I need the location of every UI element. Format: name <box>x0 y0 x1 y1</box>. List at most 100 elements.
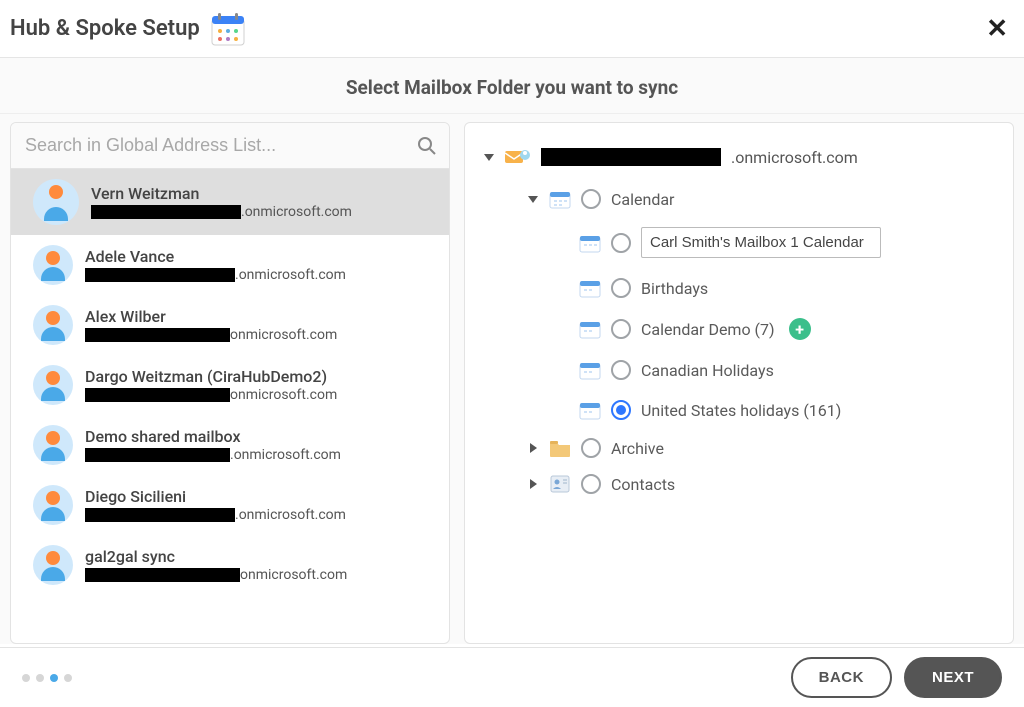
folder-label: Calendar Demo (7) <box>641 320 775 339</box>
contact-item[interactable]: Demo shared mailbox .onmicrosoft.com <box>11 415 449 475</box>
folder-tree-panel: .onmicrosoft.com Calendar <box>464 122 1014 644</box>
tree-folder-calendar[interactable]: Calendar <box>527 181 1003 217</box>
contact-name: Diego Sicilieni <box>85 487 346 506</box>
radio-button[interactable] <box>611 360 631 380</box>
tree-folder-archive[interactable]: Archive <box>527 430 1003 466</box>
redacted-text <box>85 508 235 522</box>
subtitle-text: Select Mailbox Folder you want to sync <box>0 76 1024 99</box>
contact-email: .onmicrosoft.com <box>91 204 352 220</box>
avatar-icon <box>33 425 73 465</box>
calendar-icon <box>579 278 601 298</box>
tree-item-birthdays[interactable]: Birthdays <box>579 268 1003 308</box>
contact-email: .onmicrosoft.com <box>85 447 341 463</box>
caret-down-icon[interactable] <box>528 196 538 203</box>
main-area: Vern Weitzman .onmicrosoft.com Adele Van… <box>0 114 1024 644</box>
subtitle-bar: Select Mailbox Folder you want to sync <box>0 58 1024 114</box>
progress-dot <box>36 674 44 682</box>
contacts-panel: Vern Weitzman .onmicrosoft.com Adele Van… <box>10 122 450 644</box>
folder-label: Calendar <box>611 190 674 209</box>
contact-name: Alex Wilber <box>85 307 337 326</box>
search-wrap <box>11 123 449 169</box>
contacts-list: Vern Weitzman .onmicrosoft.com Adele Van… <box>11 169 449 643</box>
tree-item-rename[interactable] <box>579 217 1003 268</box>
page-title: Hub & Spoke Setup <box>10 16 200 41</box>
contact-info: Demo shared mailbox .onmicrosoft.com <box>85 427 341 463</box>
radio-button[interactable] <box>611 278 631 298</box>
tree-item-canadian[interactable]: Canadian Holidays <box>579 350 1003 390</box>
calendar-icon <box>579 233 601 253</box>
tree-root-row[interactable]: .onmicrosoft.com <box>483 139 1003 181</box>
contact-email: .onmicrosoft.com <box>85 507 346 523</box>
caret-right-icon[interactable] <box>530 479 537 489</box>
contact-info: Dargo Weitzman (CiraHubDemo2) onmicrosof… <box>85 367 337 403</box>
search-input[interactable] <box>11 123 449 168</box>
contact-email: onmicrosoft.com <box>85 567 347 583</box>
folder-label: Birthdays <box>641 279 708 298</box>
avatar-icon <box>33 485 73 525</box>
contact-item[interactable]: Adele Vance .onmicrosoft.com <box>11 235 449 295</box>
folder-tree: .onmicrosoft.com Calendar <box>465 123 1013 643</box>
caret-right-icon[interactable] <box>530 443 537 453</box>
radio-button[interactable] <box>611 400 631 420</box>
contact-name: Demo shared mailbox <box>85 427 341 446</box>
back-button[interactable]: BACK <box>791 657 892 698</box>
radio-button[interactable] <box>581 189 601 209</box>
redacted-text <box>85 388 230 402</box>
folder-label: Contacts <box>611 475 675 494</box>
contact-item[interactable]: Vern Weitzman .onmicrosoft.com <box>11 169 449 235</box>
contact-email: onmicrosoft.com <box>85 327 337 343</box>
contact-item[interactable]: Alex Wilber onmicrosoft.com <box>11 295 449 355</box>
calendar-icon <box>579 319 601 339</box>
tree-folder-contacts[interactable]: Contacts <box>527 466 1003 502</box>
avatar-icon <box>33 179 79 225</box>
contact-info: Diego Sicilieni .onmicrosoft.com <box>85 487 346 523</box>
close-icon[interactable]: ✕ <box>986 16 1008 42</box>
contact-info: gal2gal sync onmicrosoft.com <box>85 547 347 583</box>
header-bar: Hub & Spoke Setup ✕ <box>0 0 1024 58</box>
redacted-text <box>541 148 721 166</box>
progress-dots <box>22 674 72 682</box>
footer-buttons: BACK NEXT <box>791 657 1002 698</box>
radio-button[interactable] <box>581 438 601 458</box>
folder-label: Archive <box>611 439 664 458</box>
contact-name: Vern Weitzman <box>91 184 352 203</box>
tree-item-calendar-demo[interactable]: Calendar Demo (7) + <box>579 308 1003 350</box>
redacted-text <box>85 268 235 282</box>
redacted-text <box>85 328 230 342</box>
avatar-icon <box>33 365 73 405</box>
calendar-icon <box>579 400 601 420</box>
contact-item[interactable]: Dargo Weitzman (CiraHubDemo2) onmicrosof… <box>11 355 449 415</box>
mailbox-domain: .onmicrosoft.com <box>731 148 858 167</box>
contact-info: Alex Wilber onmicrosoft.com <box>85 307 337 343</box>
progress-dot <box>22 674 30 682</box>
contact-info: Adele Vance .onmicrosoft.com <box>85 247 346 283</box>
folder-rename-input[interactable] <box>641 227 881 258</box>
search-icon <box>417 136 437 156</box>
contact-name: gal2gal sync <box>85 547 347 566</box>
avatar-icon <box>33 245 73 285</box>
calendar-icon <box>210 11 246 47</box>
radio-button[interactable] <box>581 474 601 494</box>
redacted-text <box>91 205 241 219</box>
contact-email: .onmicrosoft.com <box>85 267 346 283</box>
contact-email: onmicrosoft.com <box>85 387 337 403</box>
radio-button[interactable] <box>611 319 631 339</box>
tree-item-us-holidays[interactable]: United States holidays (161) <box>579 390 1003 430</box>
contacts-icon <box>549 474 571 494</box>
calendar-icon <box>549 189 571 209</box>
radio-button[interactable] <box>611 233 631 253</box>
caret-down-icon[interactable] <box>484 154 494 161</box>
redacted-text <box>85 448 230 462</box>
contact-item[interactable]: gal2gal sync onmicrosoft.com <box>11 535 449 595</box>
plus-icon[interactable]: + <box>789 318 811 340</box>
avatar-icon <box>33 545 73 585</box>
contact-info: Vern Weitzman .onmicrosoft.com <box>91 184 352 220</box>
folder-icon <box>549 439 571 457</box>
contact-name: Dargo Weitzman (CiraHubDemo2) <box>85 367 337 386</box>
header-left: Hub & Spoke Setup <box>10 11 246 47</box>
next-button[interactable]: NEXT <box>904 657 1002 698</box>
calendar-icon <box>579 360 601 380</box>
contact-item[interactable]: Diego Sicilieni .onmicrosoft.com <box>11 475 449 535</box>
progress-dot-active <box>50 674 58 682</box>
avatar-icon <box>33 305 73 345</box>
